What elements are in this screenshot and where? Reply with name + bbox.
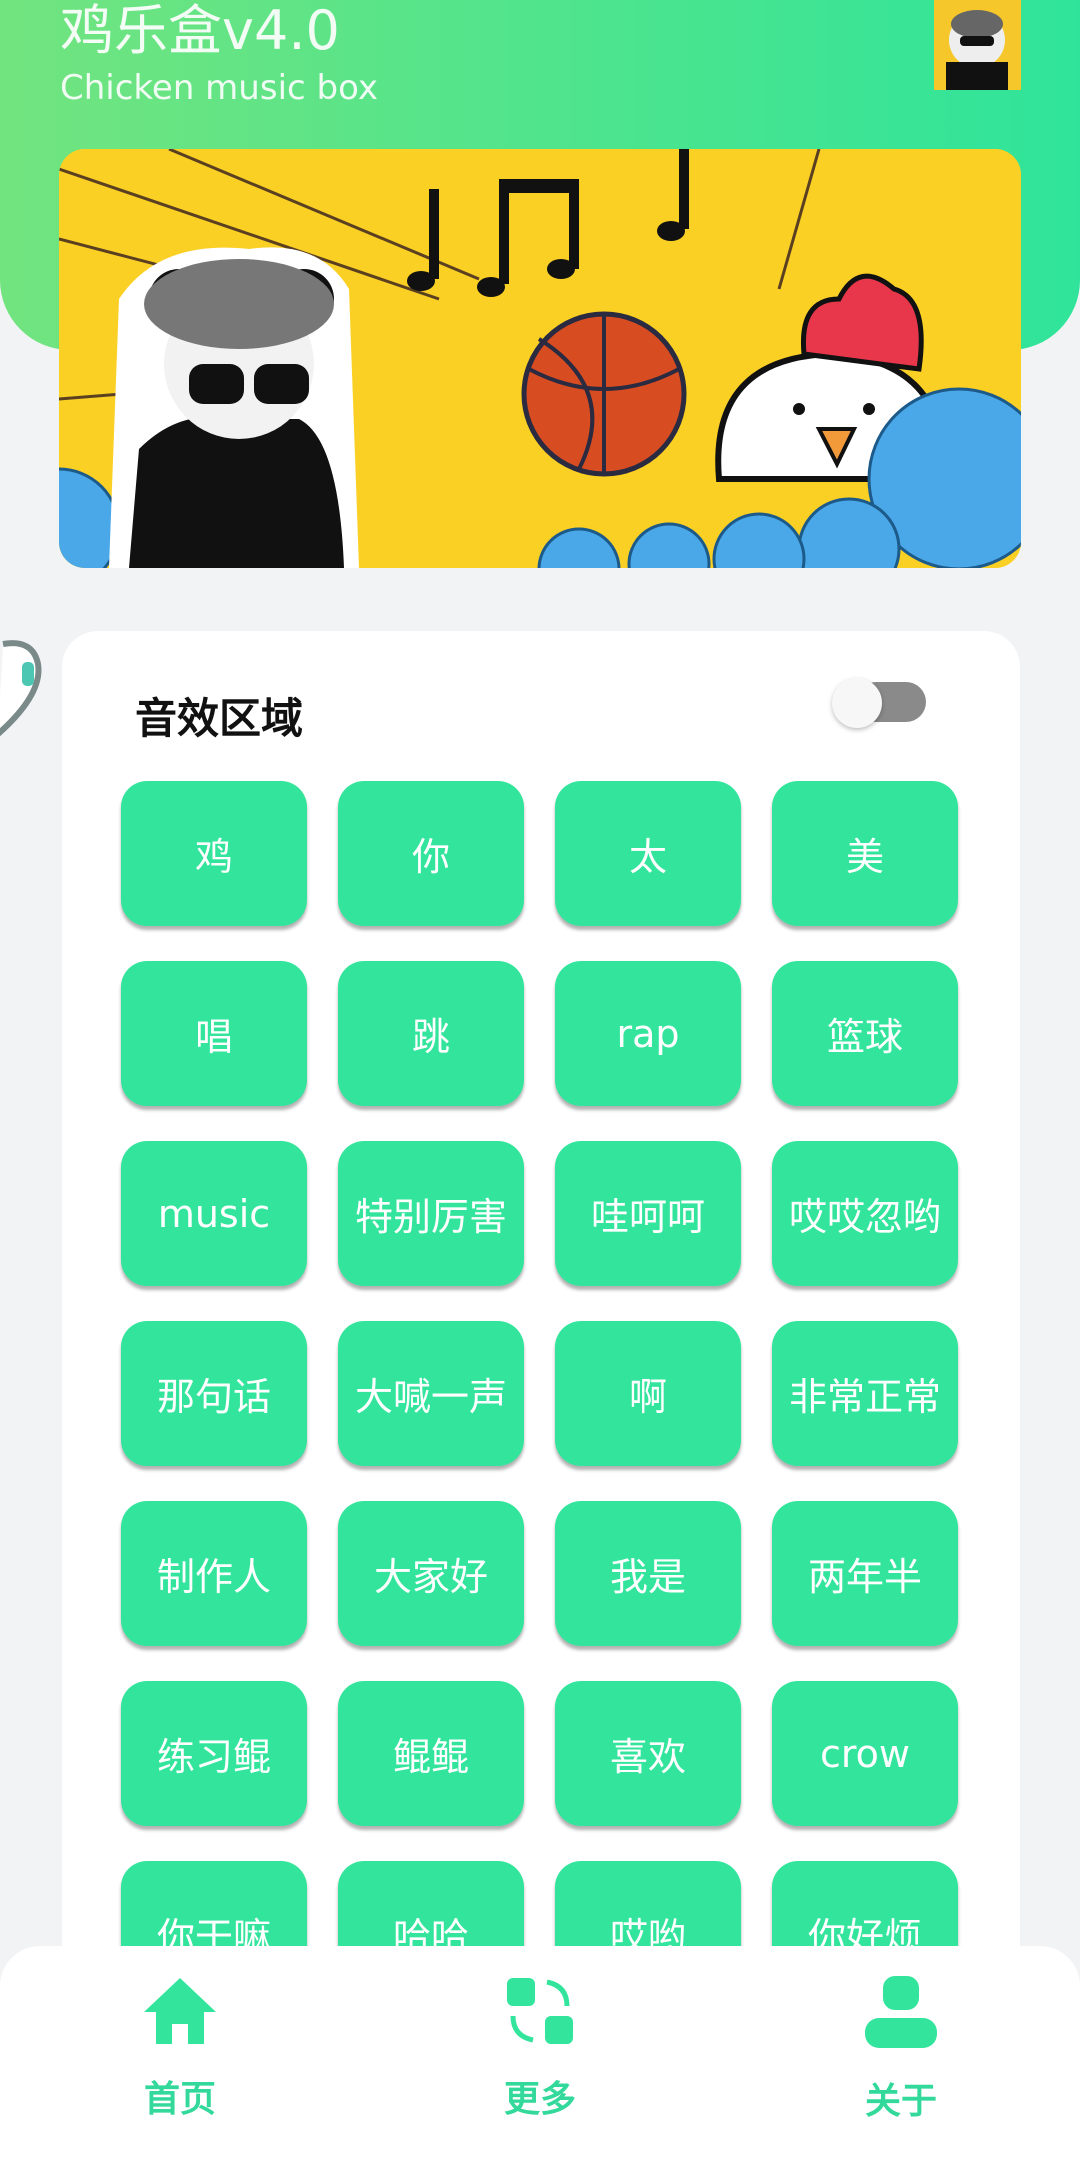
app-title: 鸡乐盒v4.0 <box>60 0 340 62</box>
sound-button-grid: 鸡你太美唱跳 rap 篮球 music 特别厉害 哇呵呵 哎哎忽哟那句话 大喊一声啊非常正常制… <box>121 781 961 2006</box>
sound-button[interactable]: 篮球 <box>772 961 958 1106</box>
app-subtitle: Chicken music box <box>60 68 378 108</box>
sound-button[interactable]: 那句话 <box>121 1321 307 1466</box>
sound-button[interactable]: 制作人 <box>121 1501 307 1646</box>
sound-button[interactable]: 哇呵呵 <box>555 1141 741 1286</box>
toggle-knob <box>832 678 882 728</box>
sound-button[interactable]: 美 <box>772 781 958 926</box>
sound-button[interactable]: 非常正常 <box>772 1321 958 1466</box>
bottom-nav: 首页 更多 关于 <box>0 1946 1080 2160</box>
avatar[interactable] <box>934 0 1021 90</box>
sound-button[interactable]: 哎哎忽哟 <box>772 1141 958 1286</box>
nav-about[interactable]: 关于 <box>831 1976 971 2124</box>
sound-button[interactable]: 你 <box>338 781 524 926</box>
nav-label: 更多 <box>503 2079 576 2120</box>
sound-button[interactable]: 大喊一声 <box>338 1321 524 1466</box>
sound-button[interactable]: 两年半 <box>772 1501 958 1646</box>
nav-label: 关于 <box>864 2081 937 2122</box>
user-icon <box>865 1976 937 2048</box>
nav-more[interactable]: 更多 <box>470 1976 610 2122</box>
sound-button[interactable]: 大家好 <box>338 1501 524 1646</box>
sound-button[interactable]: 鸡 <box>121 781 307 926</box>
nav-label: 首页 <box>143 2079 216 2120</box>
sound-button[interactable]: 啊 <box>555 1321 741 1466</box>
sound-area-toggle[interactable] <box>832 678 928 728</box>
sound-button[interactable]: 练习鲲 <box>121 1681 307 1826</box>
home-icon <box>144 1978 216 2044</box>
sound-button[interactable]: rap <box>555 961 741 1106</box>
nav-home[interactable]: 首页 <box>110 1976 250 2122</box>
sound-button[interactable]: 喜欢 <box>555 1681 741 1826</box>
sound-button[interactable]: music <box>121 1141 307 1286</box>
sound-button[interactable]: 我是 <box>555 1501 741 1646</box>
sound-button[interactable]: 鲲鲲 <box>338 1681 524 1826</box>
sound-button[interactable]: 跳 <box>338 961 524 1106</box>
sound-button[interactable]: crow <box>772 1681 958 1826</box>
sound-button[interactable]: 特别厉害 <box>338 1141 524 1286</box>
banner-image[interactable] <box>59 149 1021 568</box>
sound-button[interactable]: 唱 <box>121 961 307 1106</box>
headset-icon[interactable] <box>0 634 48 738</box>
more-icon <box>507 1978 573 2044</box>
section-title: 音效区域 <box>135 694 304 743</box>
sound-button[interactable]: 太 <box>555 781 741 926</box>
